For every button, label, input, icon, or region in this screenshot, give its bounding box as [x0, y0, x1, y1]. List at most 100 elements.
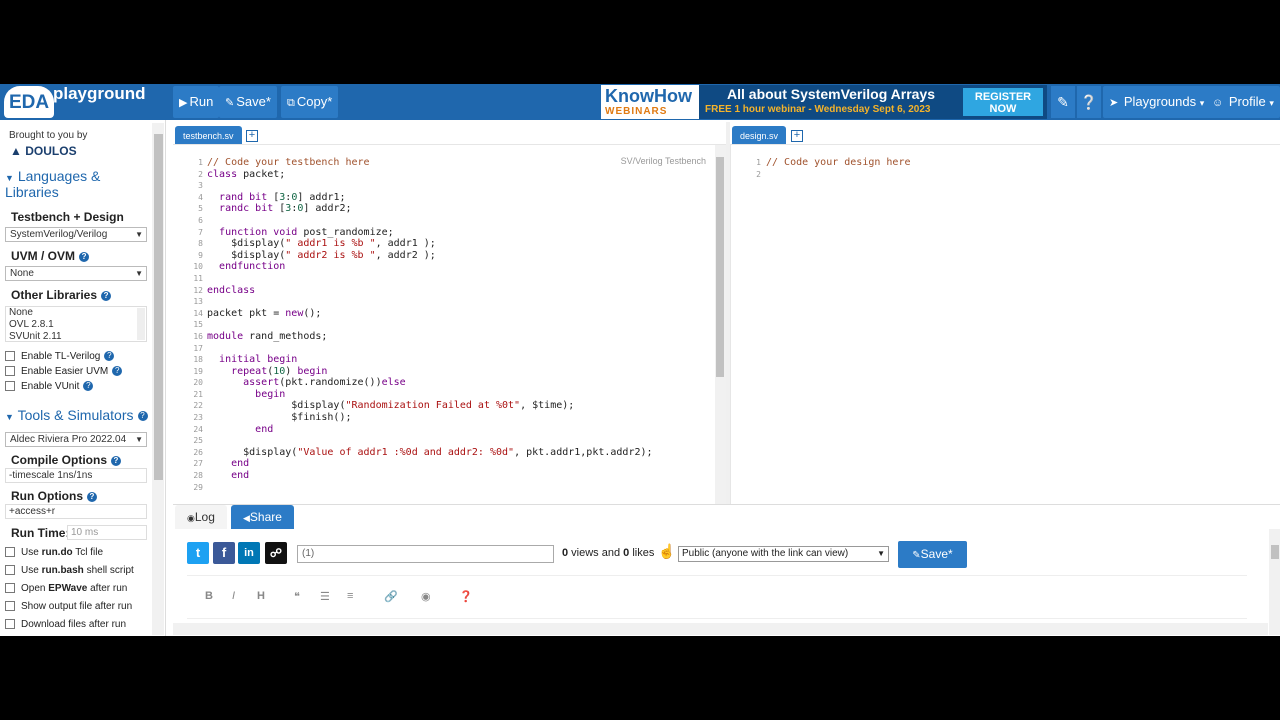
- visibility-value: Public (anyone with the link can view): [682, 548, 849, 559]
- doulos-logo[interactable]: ▲ DOULOS: [10, 144, 77, 158]
- open-epwave-label-post: after run: [87, 583, 128, 594]
- other-lib-item[interactable]: OVL 2.8.1: [9, 319, 146, 331]
- add-tab-icon[interactable]: +: [246, 130, 258, 142]
- uvm-ovm-label-text: UVM / OVM: [11, 249, 76, 263]
- twitter-icon[interactable]: t: [187, 542, 209, 564]
- help-icon[interactable]: ?: [104, 351, 115, 362]
- other-lib-item[interactable]: None: [9, 307, 146, 319]
- bottom-horizontal-scrollbar[interactable]: [173, 623, 1268, 635]
- enable-easier-uvm-row[interactable]: Enable Easier UVM?: [5, 366, 123, 377]
- enable-easier-uvm-checkbox[interactable]: [5, 366, 15, 377]
- tab-testbench-sv[interactable]: testbench.sv: [175, 126, 242, 146]
- add-tab-icon[interactable]: +: [791, 130, 803, 142]
- use-rundo-row[interactable]: Use run.do Tcl file: [5, 547, 103, 558]
- webinar-banner-ad[interactable]: KnowHow WEBINARS All about SystemVerilog…: [601, 85, 1047, 119]
- collapse-triangle-icon: ▼: [5, 173, 14, 183]
- simulator-value: Aldec Riviera Pro 2022.04: [10, 434, 127, 445]
- uvm-ovm-select[interactable]: None ▼: [5, 266, 147, 281]
- markdown-help-icon[interactable]: ❓: [459, 590, 473, 603]
- help-icon[interactable]: ❔: [1077, 86, 1101, 118]
- register-line-2: NOW: [989, 103, 1017, 115]
- playground-logo-text[interactable]: playground: [53, 84, 146, 104]
- help-icon[interactable]: ?: [83, 381, 94, 392]
- caret-down-icon: ▾: [1199, 98, 1205, 108]
- testbench-scrollbar-thumb[interactable]: [716, 157, 724, 377]
- line-numbers: 1 2: [756, 158, 761, 179]
- run-time-input[interactable]: 10 ms: [67, 525, 147, 540]
- playground-title-input[interactable]: (1): [297, 545, 554, 563]
- design-tabbar: design.sv +: [730, 122, 1280, 146]
- list-scrollbar[interactable]: [137, 308, 145, 340]
- tab-design-sv[interactable]: design.sv: [732, 126, 787, 146]
- languages-title-2: Libraries: [5, 184, 59, 200]
- tab-log[interactable]: ◉Log: [175, 505, 227, 529]
- help-icon[interactable]: ?: [137, 411, 148, 422]
- compile-options-input[interactable]: -timescale 1ns/1ns: [5, 468, 147, 483]
- markdown-toolbar: B I H ❝ ☰ ≡ 🔗 ◉ ❓: [187, 575, 1247, 619]
- help-icon[interactable]: ?: [87, 491, 97, 502]
- help-icon[interactable]: ?: [112, 366, 123, 377]
- use-rundo-checkbox[interactable]: [5, 547, 15, 558]
- sidebar-scrollbar-thumb[interactable]: [154, 134, 163, 480]
- italic-icon[interactable]: I: [232, 590, 235, 602]
- share-save-button[interactable]: ✎Save*: [898, 541, 967, 568]
- linkedin-icon[interactable]: in: [238, 542, 260, 564]
- run-button[interactable]: ▶ Run: [173, 86, 220, 118]
- enable-tl-verilog-checkbox[interactable]: [5, 351, 15, 362]
- left-sidebar: Brought to you by ▲ DOULOS ▼ Languages &…: [0, 120, 166, 636]
- other-lib-item[interactable]: SVUnit 2.11: [9, 331, 146, 341]
- tools-simulators-header[interactable]: ▼ Tools & Simulators?: [5, 407, 148, 423]
- edit-icon[interactable]: ✎: [1051, 86, 1075, 118]
- enable-vunit-row[interactable]: Enable VUnit?: [5, 381, 94, 392]
- ordered-list-icon[interactable]: ≡: [347, 590, 353, 602]
- playgrounds-menu[interactable]: ➤ Playgrounds ▾: [1103, 86, 1211, 118]
- help-icon[interactable]: ?: [111, 455, 121, 466]
- use-runbash-checkbox[interactable]: [5, 565, 15, 576]
- help-icon[interactable]: ?: [101, 290, 112, 301]
- other-libraries-list[interactable]: None OVL 2.8.1 SVUnit 2.11: [5, 306, 147, 342]
- show-output-row[interactable]: Show output file after run: [5, 601, 132, 612]
- use-runbash-row[interactable]: Use run.bash shell script: [5, 565, 134, 576]
- open-epwave-row[interactable]: Open EPWave after run: [5, 583, 127, 594]
- unordered-list-icon[interactable]: ☰: [320, 590, 330, 603]
- enable-vunit-checkbox[interactable]: [5, 381, 15, 392]
- simulator-select[interactable]: Aldec Riviera Pro 2022.04 ▼: [5, 432, 147, 447]
- copy-button[interactable]: ⧉ Copy*: [281, 86, 339, 118]
- quote-icon[interactable]: ❝: [294, 590, 300, 603]
- eda-logo[interactable]: EDA: [4, 86, 54, 118]
- help-icon[interactable]: ?: [79, 251, 90, 262]
- testbench-design-select[interactable]: SystemVerilog/Verilog ▼: [5, 227, 147, 242]
- thumbs-up-icon[interactable]: ☝: [658, 543, 675, 560]
- run-options-input[interactable]: +access+r: [5, 504, 147, 519]
- use-rundo-label-bold: run.do: [41, 547, 73, 558]
- views-label: views and: [568, 547, 624, 559]
- register-now-button[interactable]: REGISTER NOW: [963, 88, 1043, 116]
- app-window: EDA playground ▶ Run ✎ Save* ⧉ Copy* KnowHo…: [0, 84, 1280, 636]
- share-save-label: Save*: [920, 547, 953, 561]
- testbench-tabbar: testbench.sv +: [173, 122, 726, 146]
- languages-libraries-header[interactable]: ▼ Languages & Libraries: [5, 169, 100, 199]
- bottom-panel: ◉Log ◀Share t f in ☍ (1) 0 views and 0 l…: [173, 504, 1280, 636]
- facebook-icon[interactable]: f: [213, 542, 235, 564]
- enable-tl-verilog-row[interactable]: Enable TL-Verilog?: [5, 351, 115, 362]
- testbench-code[interactable]: // Code your testbench here class packet…: [207, 157, 653, 482]
- open-epwave-checkbox[interactable]: [5, 583, 15, 594]
- knowhow-logo-top: KnowHow: [605, 86, 692, 106]
- link-icon[interactable]: ☍: [265, 542, 287, 564]
- heading-icon[interactable]: H: [257, 590, 265, 602]
- show-output-checkbox[interactable]: [5, 601, 15, 612]
- profile-menu[interactable]: ☺ Profile ▾: [1206, 86, 1280, 118]
- bold-icon[interactable]: B: [205, 590, 213, 602]
- save-button[interactable]: ✎ Save*: [219, 86, 277, 118]
- tab-share[interactable]: ◀Share: [231, 505, 294, 529]
- design-code[interactable]: // Code your design here: [766, 157, 911, 169]
- use-rundo-label-post: Tcl file: [72, 547, 104, 558]
- visibility-select[interactable]: Public (anyone with the link can view) ▼: [678, 546, 889, 562]
- bottom-vertical-scrollbar-thumb[interactable]: [1271, 545, 1279, 559]
- link-icon[interactable]: 🔗: [384, 590, 398, 603]
- preview-eye-icon[interactable]: ◉: [421, 590, 431, 603]
- download-files-row[interactable]: Download files after run: [5, 619, 126, 630]
- download-files-checkbox[interactable]: [5, 619, 15, 630]
- tools-simulators-title: Tools & Simulators: [17, 407, 134, 423]
- register-line-1: REGISTER: [974, 91, 1032, 103]
